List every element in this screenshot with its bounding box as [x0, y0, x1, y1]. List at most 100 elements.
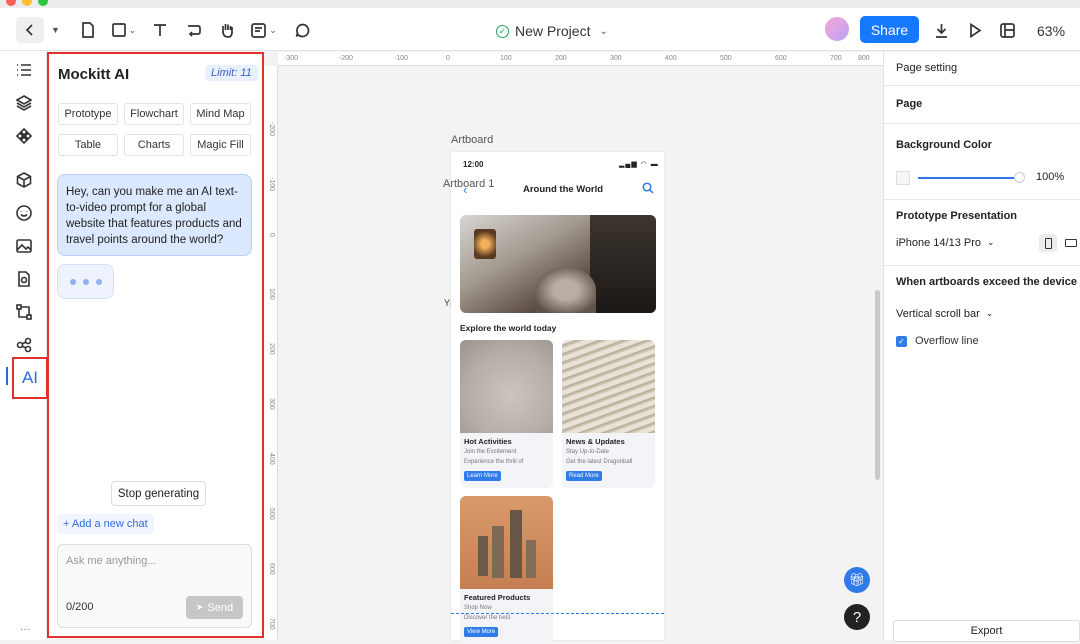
opacity-slider-track[interactable] — [918, 177, 1020, 179]
chip-flowchart[interactable]: Flowchart — [124, 103, 184, 125]
stop-generating-button[interactable]: Stop generating — [111, 481, 206, 506]
ruler-horizontal: -300 -200 -100 0 100 200 300 400 500 600… — [278, 52, 883, 66]
bg-color-label: Background Color — [896, 139, 992, 151]
help-button[interactable]: ? — [844, 604, 870, 630]
note-icon — [251, 22, 267, 38]
play-button[interactable] — [965, 17, 985, 43]
back-button[interactable] — [16, 17, 44, 43]
card-hot-activities[interactable]: Hot Activities Join the Excitement Exper… — [460, 340, 553, 488]
typing-indicator — [57, 264, 114, 299]
send-icon: ➤ — [195, 602, 204, 612]
artboard1-label[interactable]: Artboard 1 — [443, 178, 494, 190]
download-icon — [935, 23, 947, 38]
device-dropdown[interactable]: iPhone 14/13 Pro ⌄ — [896, 237, 995, 249]
project-name-dropdown[interactable]: ✓ New Project ⌄ — [496, 23, 608, 39]
help-icon: ? — [852, 608, 862, 626]
chat-input-placeholder: Ask me anything... — [66, 555, 157, 567]
landscape-button[interactable] — [1062, 234, 1080, 252]
portrait-button[interactable] — [1039, 234, 1057, 252]
more-icon[interactable]: ··· — [20, 624, 30, 635]
ruler-tick: 200 — [555, 55, 567, 62]
page-tool-button[interactable] — [78, 17, 98, 43]
zoom-dropdown[interactable]: 63% — [1037, 23, 1065, 39]
share-button[interactable]: Share — [860, 16, 919, 43]
ai-panel: Mockitt AI Limit: 11 Prototype Flowchart… — [47, 52, 264, 638]
overflow-line-checkbox[interactable]: ✓ — [896, 336, 907, 347]
ruler-tick: 700 — [268, 618, 275, 630]
gift-button[interactable]: 🎁︎ — [844, 567, 870, 593]
add-new-chat-button[interactable]: + Add a new chat — [57, 514, 154, 534]
sidebar-item-documents[interactable] — [12, 267, 36, 291]
caret-down-icon: ⌄ — [269, 24, 277, 35]
chip-magic-fill[interactable]: Magic Fill — [190, 134, 251, 156]
view-more-button[interactable]: View More — [464, 627, 499, 637]
sidebar-item-share[interactable] — [12, 333, 36, 357]
sidebar-item-pages[interactable] — [12, 58, 36, 82]
card-news-updates[interactable]: News & Updates Stay Up-to-Date Get the l… — [562, 340, 655, 488]
layers-icon — [16, 95, 32, 111]
page-section: Page — [884, 86, 1080, 124]
sidebar-item-components[interactable] — [12, 124, 36, 148]
properties-panel: Page setting Page Background Color 100% … — [883, 52, 1080, 642]
send-button[interactable]: ➤ Send — [186, 596, 243, 619]
connector-icon — [188, 25, 201, 37]
phone-artboard[interactable]: 12:00 ▂▄▆ ◠ ▬ ‹ Artboard 1 Around the Wo… — [443, 152, 664, 644]
card-featured-products[interactable]: Featured Products Shop Now Discover the … — [460, 496, 553, 644]
chip-charts[interactable]: Charts — [124, 134, 184, 156]
sidebar-item-interactions[interactable] — [12, 300, 36, 324]
shape-tool-button[interactable]: ⌄ — [108, 17, 140, 43]
comment-tool-button[interactable] — [292, 17, 312, 43]
artboard-label[interactable]: Artboard — [451, 134, 493, 146]
chat-input[interactable]: Ask me anything... 0/200 ➤ Send — [57, 544, 252, 628]
prototype-presentation-label: Prototype Presentation — [896, 210, 1018, 222]
note-tool-button[interactable]: ⌄ — [248, 17, 280, 43]
card-title: Featured Products — [464, 593, 531, 602]
components-icon — [16, 128, 32, 144]
chip-prototype[interactable]: Prototype — [58, 103, 118, 125]
layout-button[interactable] — [997, 17, 1017, 43]
export-button[interactable]: Export — [893, 620, 1080, 642]
ruler-tick: 200 — [268, 343, 275, 355]
opacity-slider-thumb[interactable] — [1014, 172, 1025, 183]
close-window-button[interactable] — [6, 0, 16, 6]
sidebar-item-layers[interactable] — [12, 91, 36, 115]
ruler-tick: 400 — [268, 453, 275, 465]
image-icon — [16, 239, 32, 253]
canvas-scrollbar[interactable] — [875, 290, 880, 480]
download-button[interactable] — [931, 17, 951, 43]
sidebar-item-images[interactable] — [12, 234, 36, 258]
maximize-window-button[interactable] — [38, 0, 48, 6]
hand-tool-button[interactable] — [217, 17, 237, 43]
bg-color-swatch[interactable] — [896, 171, 910, 185]
avatar[interactable] — [825, 17, 849, 41]
learn-more-button[interactable]: Learn More — [464, 471, 501, 481]
list-icon — [17, 64, 31, 76]
text-icon — [154, 24, 166, 36]
panel-title: Mockitt AI — [58, 66, 130, 83]
device-value: iPhone 14/13 Pro — [896, 237, 982, 249]
overflow-section: When artboards exceed the device Vertica… — [884, 266, 1080, 366]
ruler-tick: -200 — [339, 55, 354, 62]
ruler-vertical: -200 -100 0 100 200 300 400 500 600 700 — [264, 66, 278, 640]
connector-tool-button[interactable] — [184, 17, 204, 43]
caret-down-icon: ⌄ — [128, 24, 137, 35]
ruler-tick: 600 — [268, 563, 275, 575]
scroll-dropdown[interactable]: Vertical scroll bar ⌄ — [896, 308, 993, 320]
back-menu-button[interactable]: ▼ — [46, 17, 62, 43]
chip-mind-map[interactable]: Mind Map — [190, 103, 251, 125]
text-tool-button[interactable] — [150, 17, 170, 43]
sidebar-item-ai[interactable]: AI — [12, 357, 48, 399]
minimize-window-button[interactable] — [22, 0, 32, 6]
hero-image — [460, 215, 656, 313]
search-icon[interactable] — [642, 182, 654, 197]
sidebar-item-icons[interactable] — [12, 201, 36, 225]
background-section: Background Color 100% — [884, 124, 1080, 200]
read-more-button[interactable]: Read More — [566, 471, 602, 481]
ruler-tick: 800 — [858, 55, 870, 62]
ruler-tick: 300 — [610, 55, 622, 62]
chip-table[interactable]: Table — [58, 134, 118, 156]
page-title: Page — [896, 98, 923, 110]
exceed-label: When artboards exceed the device — [896, 276, 1077, 288]
sidebar-item-assets[interactable] — [12, 168, 36, 192]
card-image — [460, 340, 553, 433]
